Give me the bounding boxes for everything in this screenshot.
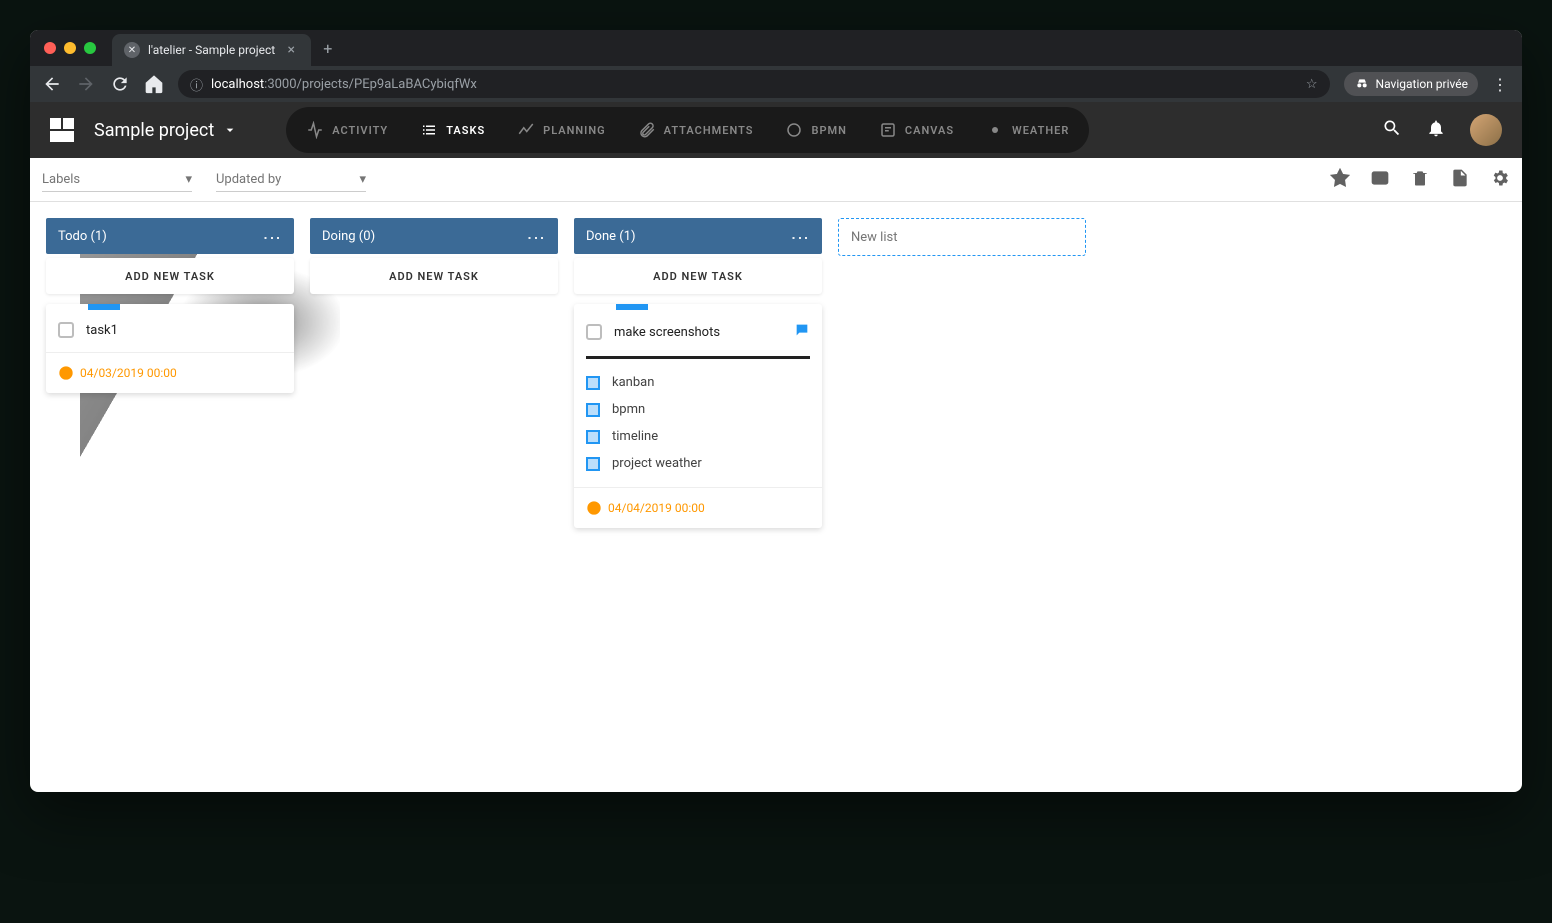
task-checkbox[interactable]: [586, 324, 602, 340]
tab-attachments[interactable]: ATTACHMENTS: [622, 111, 770, 149]
subtask-item[interactable]: timeline: [586, 423, 810, 450]
list-header[interactable]: Todo (1) ⋮: [46, 218, 294, 254]
maximize-window-button[interactable]: [84, 42, 96, 54]
browser-tab-strip: ✕ l'atelier - Sample project × +: [30, 30, 1522, 66]
subtask-item[interactable]: bpmn: [586, 396, 810, 423]
settings-icon[interactable]: [1490, 168, 1510, 192]
dropdown-icon: ▾: [185, 172, 192, 187]
user-avatar[interactable]: [1470, 114, 1502, 146]
add-task-button[interactable]: ADD NEW TASK: [310, 258, 558, 294]
card-due-date: 04/03/2019 00:00: [46, 352, 294, 393]
subtask-checkbox[interactable]: [586, 403, 600, 417]
dropdown-icon: ▾: [359, 172, 366, 187]
card-label-tag: [88, 304, 120, 310]
app-logo-icon[interactable]: [50, 118, 74, 142]
circle-icon: [785, 121, 803, 139]
home-button[interactable]: [144, 74, 164, 94]
subtask-checkbox[interactable]: [586, 376, 600, 390]
list-header[interactable]: Done (1) ⋮: [574, 218, 822, 254]
url-input[interactable]: ⓘ localhost:3000/projects/PEp9aLaBACybiq…: [178, 70, 1330, 98]
tab-weather[interactable]: WEATHER: [970, 111, 1085, 149]
task-title: task1: [86, 323, 118, 338]
url-path: :3000/projects/PEp9aLaBACybiqfWx: [264, 77, 477, 92]
browser-address-bar: ⓘ localhost:3000/projects/PEp9aLaBACybiq…: [30, 66, 1522, 102]
tab-favicon-icon: ✕: [124, 42, 140, 58]
export-icon[interactable]: [1450, 168, 1470, 192]
chevron-down-icon: [222, 122, 238, 138]
list-doing: Doing (0) ⋮ ADD NEW TASK: [310, 218, 558, 294]
search-icon[interactable]: [1382, 118, 1402, 142]
list-done: Done (1) ⋮ ADD NEW TASK make screenshots…: [574, 218, 822, 528]
tab-bpmn[interactable]: BPMN: [769, 111, 862, 149]
close-window-button[interactable]: [44, 42, 56, 54]
list-menu-icon[interactable]: ⋮: [525, 229, 546, 243]
nav-tabs: ACTIVITY TASKS PLANNING ATTACHMENTS BPMN…: [286, 107, 1089, 153]
tab-activity[interactable]: ACTIVITY: [290, 111, 404, 149]
attachment-icon: [638, 121, 656, 139]
app-header: Sample project ACTIVITY TASKS PLANNING A…: [30, 102, 1522, 158]
list-icon: [420, 121, 438, 139]
clock-icon: [58, 365, 74, 381]
tab-canvas[interactable]: CANVAS: [863, 111, 970, 149]
back-button[interactable]: [42, 74, 62, 94]
browser-menu-icon[interactable]: ⋮: [1490, 74, 1510, 94]
browser-tab[interactable]: ✕ l'atelier - Sample project ×: [112, 34, 311, 66]
task-title: make screenshots: [614, 325, 720, 340]
list-header[interactable]: Doing (0) ⋮: [310, 218, 558, 254]
url-host: localhost: [211, 77, 264, 92]
subtask-checkbox[interactable]: [586, 457, 600, 471]
forward-button[interactable]: [76, 74, 96, 94]
list-menu-icon[interactable]: ⋮: [261, 229, 282, 243]
task-card[interactable]: make screenshots kanban bpmn timeline pr…: [574, 304, 822, 528]
subtask-item[interactable]: project weather: [586, 450, 810, 477]
timeline-icon: [517, 121, 535, 139]
labels-filter[interactable]: Labels ▾: [42, 168, 192, 192]
notifications-icon[interactable]: [1426, 118, 1446, 142]
new-tab-button[interactable]: +: [323, 39, 332, 58]
minimize-window-button[interactable]: [64, 42, 76, 54]
subtask-checkbox[interactable]: [586, 430, 600, 444]
card-label-tag: [616, 304, 648, 310]
card-due-date: 04/04/2019 00:00: [574, 487, 822, 528]
bookmark-star-icon[interactable]: ☆: [1306, 77, 1318, 92]
window-controls: [44, 42, 96, 54]
sun-icon: [986, 121, 1004, 139]
kanban-board: Todo (1) ⋮ ADD NEW TASK task1 04/03/2019…: [30, 202, 1522, 792]
note-icon: [879, 121, 897, 139]
add-task-button[interactable]: ADD NEW TASK: [574, 258, 822, 294]
task-card[interactable]: task1 04/03/2019 00:00: [46, 304, 294, 393]
list-todo: Todo (1) ⋮ ADD NEW TASK task1 04/03/2019…: [46, 218, 294, 393]
trash-icon[interactable]: [1410, 168, 1430, 192]
mail-icon[interactable]: [1370, 168, 1390, 192]
tab-title: l'atelier - Sample project: [148, 43, 275, 57]
task-checkbox[interactable]: [58, 322, 74, 338]
subtask-list: kanban bpmn timeline project weather: [574, 359, 822, 487]
tab-close-icon[interactable]: ×: [283, 42, 299, 58]
favorite-icon[interactable]: [1330, 168, 1350, 192]
reload-button[interactable]: [110, 74, 130, 94]
comment-icon[interactable]: [794, 322, 810, 342]
clock-icon: [586, 500, 602, 516]
filter-bar: Labels ▾ Updated by ▾: [30, 158, 1522, 202]
activity-icon: [306, 121, 324, 139]
tab-planning[interactable]: PLANNING: [501, 111, 621, 149]
incognito-badge: Navigation privée: [1344, 72, 1478, 96]
new-list-input[interactable]: [838, 218, 1086, 256]
add-task-button[interactable]: ADD NEW TASK: [46, 258, 294, 294]
tab-tasks[interactable]: TASKS: [404, 111, 501, 149]
list-menu-icon[interactable]: ⋮: [789, 229, 810, 243]
project-selector[interactable]: Sample project: [94, 120, 238, 141]
updatedby-filter[interactable]: Updated by ▾: [216, 168, 366, 192]
subtask-item[interactable]: kanban: [586, 369, 810, 396]
site-info-icon[interactable]: ⓘ: [190, 75, 203, 94]
